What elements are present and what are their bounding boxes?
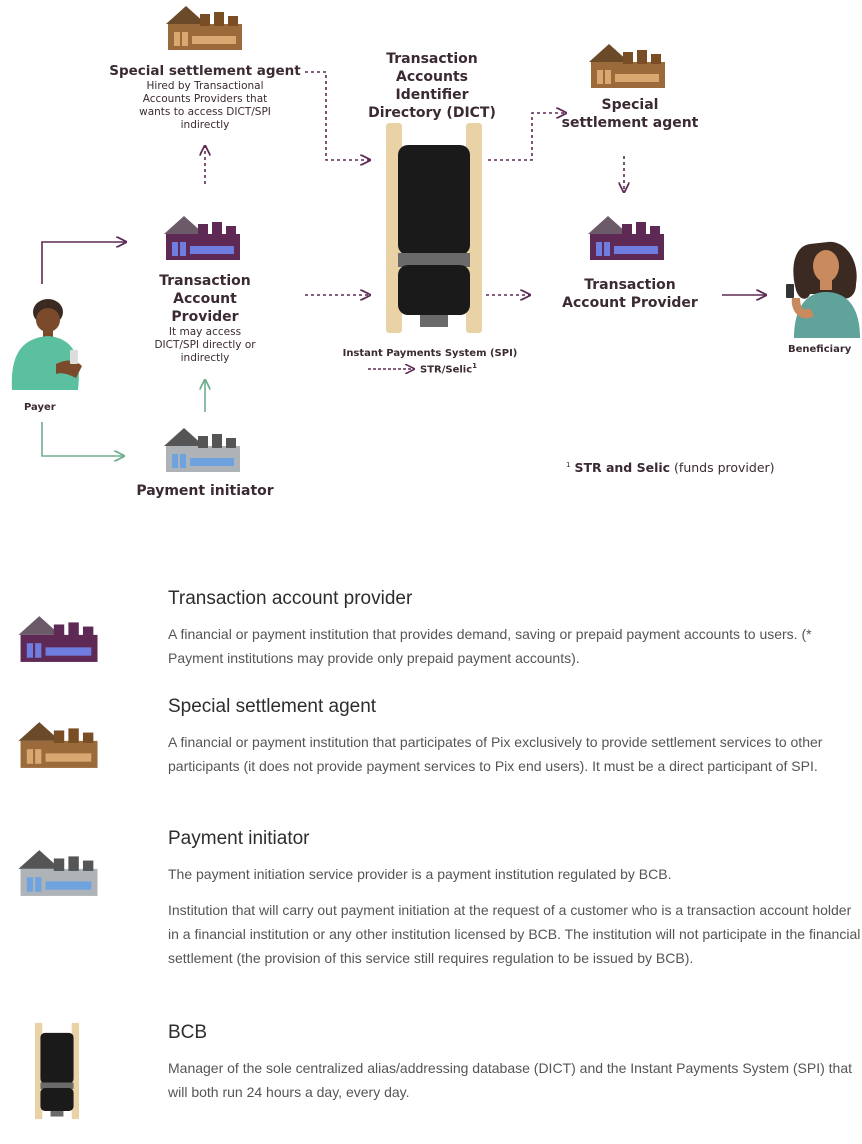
legend-bcb-desc: Manager of the sole centralized alias/ad… xyxy=(168,1060,853,1100)
special-agent-left-sub: Hired by Transactional Accounts Provider… xyxy=(139,80,271,131)
payer-label: Payer xyxy=(24,402,56,413)
special-agent-left: Special settlement agent Hired by Transa… xyxy=(100,62,310,132)
special-agent-left-title: Special settlement agent xyxy=(109,63,301,79)
str-selic-label: STR/Selic1 xyxy=(420,362,477,375)
provider-left: Transaction Account Provider It may acce… xyxy=(120,272,290,365)
footnote-rest: (funds provider) xyxy=(674,460,775,475)
legend-bcb-title: BCB xyxy=(168,1022,208,1043)
provider-left-sub: It may access DICT/SPI directly or indir… xyxy=(154,326,256,364)
special-settlement-agent-building-icon xyxy=(164,2,244,52)
bcb-device-icon xyxy=(384,122,484,334)
footnote: 1 STR and Selic (funds provider) xyxy=(566,460,775,475)
special-settlement-agent-right-building-icon xyxy=(587,40,667,90)
legend-payment-initiator-desc-1: The payment initiation service provider … xyxy=(168,866,672,882)
payment-initiator-title: Payment initiator xyxy=(136,483,274,499)
footnote-bold: STR and Selic xyxy=(574,460,671,475)
legend-provider-desc: A financial or payment institution that … xyxy=(168,626,812,666)
legend-bcb-icon xyxy=(34,1022,80,1120)
provider-left-title: Transaction Account Provider xyxy=(159,273,251,325)
legend-provider-icon xyxy=(16,612,100,664)
beneficiary-person-icon xyxy=(786,241,860,338)
str-selic-text: STR/Selic xyxy=(420,364,473,376)
footnote-sup: 1 xyxy=(566,460,571,469)
special-agent-right-title: Special settlement agent xyxy=(561,97,699,131)
legend-payment-initiator-icon xyxy=(16,846,100,898)
legend-provider-title: Transaction account provider xyxy=(168,588,413,609)
legend-special-agent-icon xyxy=(16,718,100,770)
legend-item-special-agent: Special settlement agent A financial or … xyxy=(168,696,862,778)
payment-initiator-building-icon xyxy=(162,424,242,474)
legend-item-bcb: BCB Manager of the sole centralized alia… xyxy=(168,1022,862,1104)
transaction-account-provider-building-icon xyxy=(162,212,242,262)
str-selic-sup: 1 xyxy=(472,362,478,370)
legend-item-payment-initiator: Payment initiator The payment initiation… xyxy=(168,828,862,970)
transaction-account-provider-right-building-icon xyxy=(586,212,666,262)
legend-payment-initiator-desc-2: Institution that will carry out payment … xyxy=(168,902,861,966)
dict-title: Transaction Accounts Identifier Director… xyxy=(368,51,496,121)
payer-person-icon xyxy=(11,299,82,390)
legend-item-provider: Transaction account provider A financial… xyxy=(168,588,862,670)
provider-right-title: Transaction Account Provider xyxy=(562,277,698,311)
legend-special-agent-desc: A financial or payment institution that … xyxy=(168,734,823,774)
legend-special-agent-title: Special settlement agent xyxy=(168,696,377,717)
beneficiary-label: Beneficiary xyxy=(788,344,852,355)
spi-title: Instant Payments System (SPI) xyxy=(342,348,518,359)
legend-payment-initiator-title: Payment initiator xyxy=(168,828,310,849)
